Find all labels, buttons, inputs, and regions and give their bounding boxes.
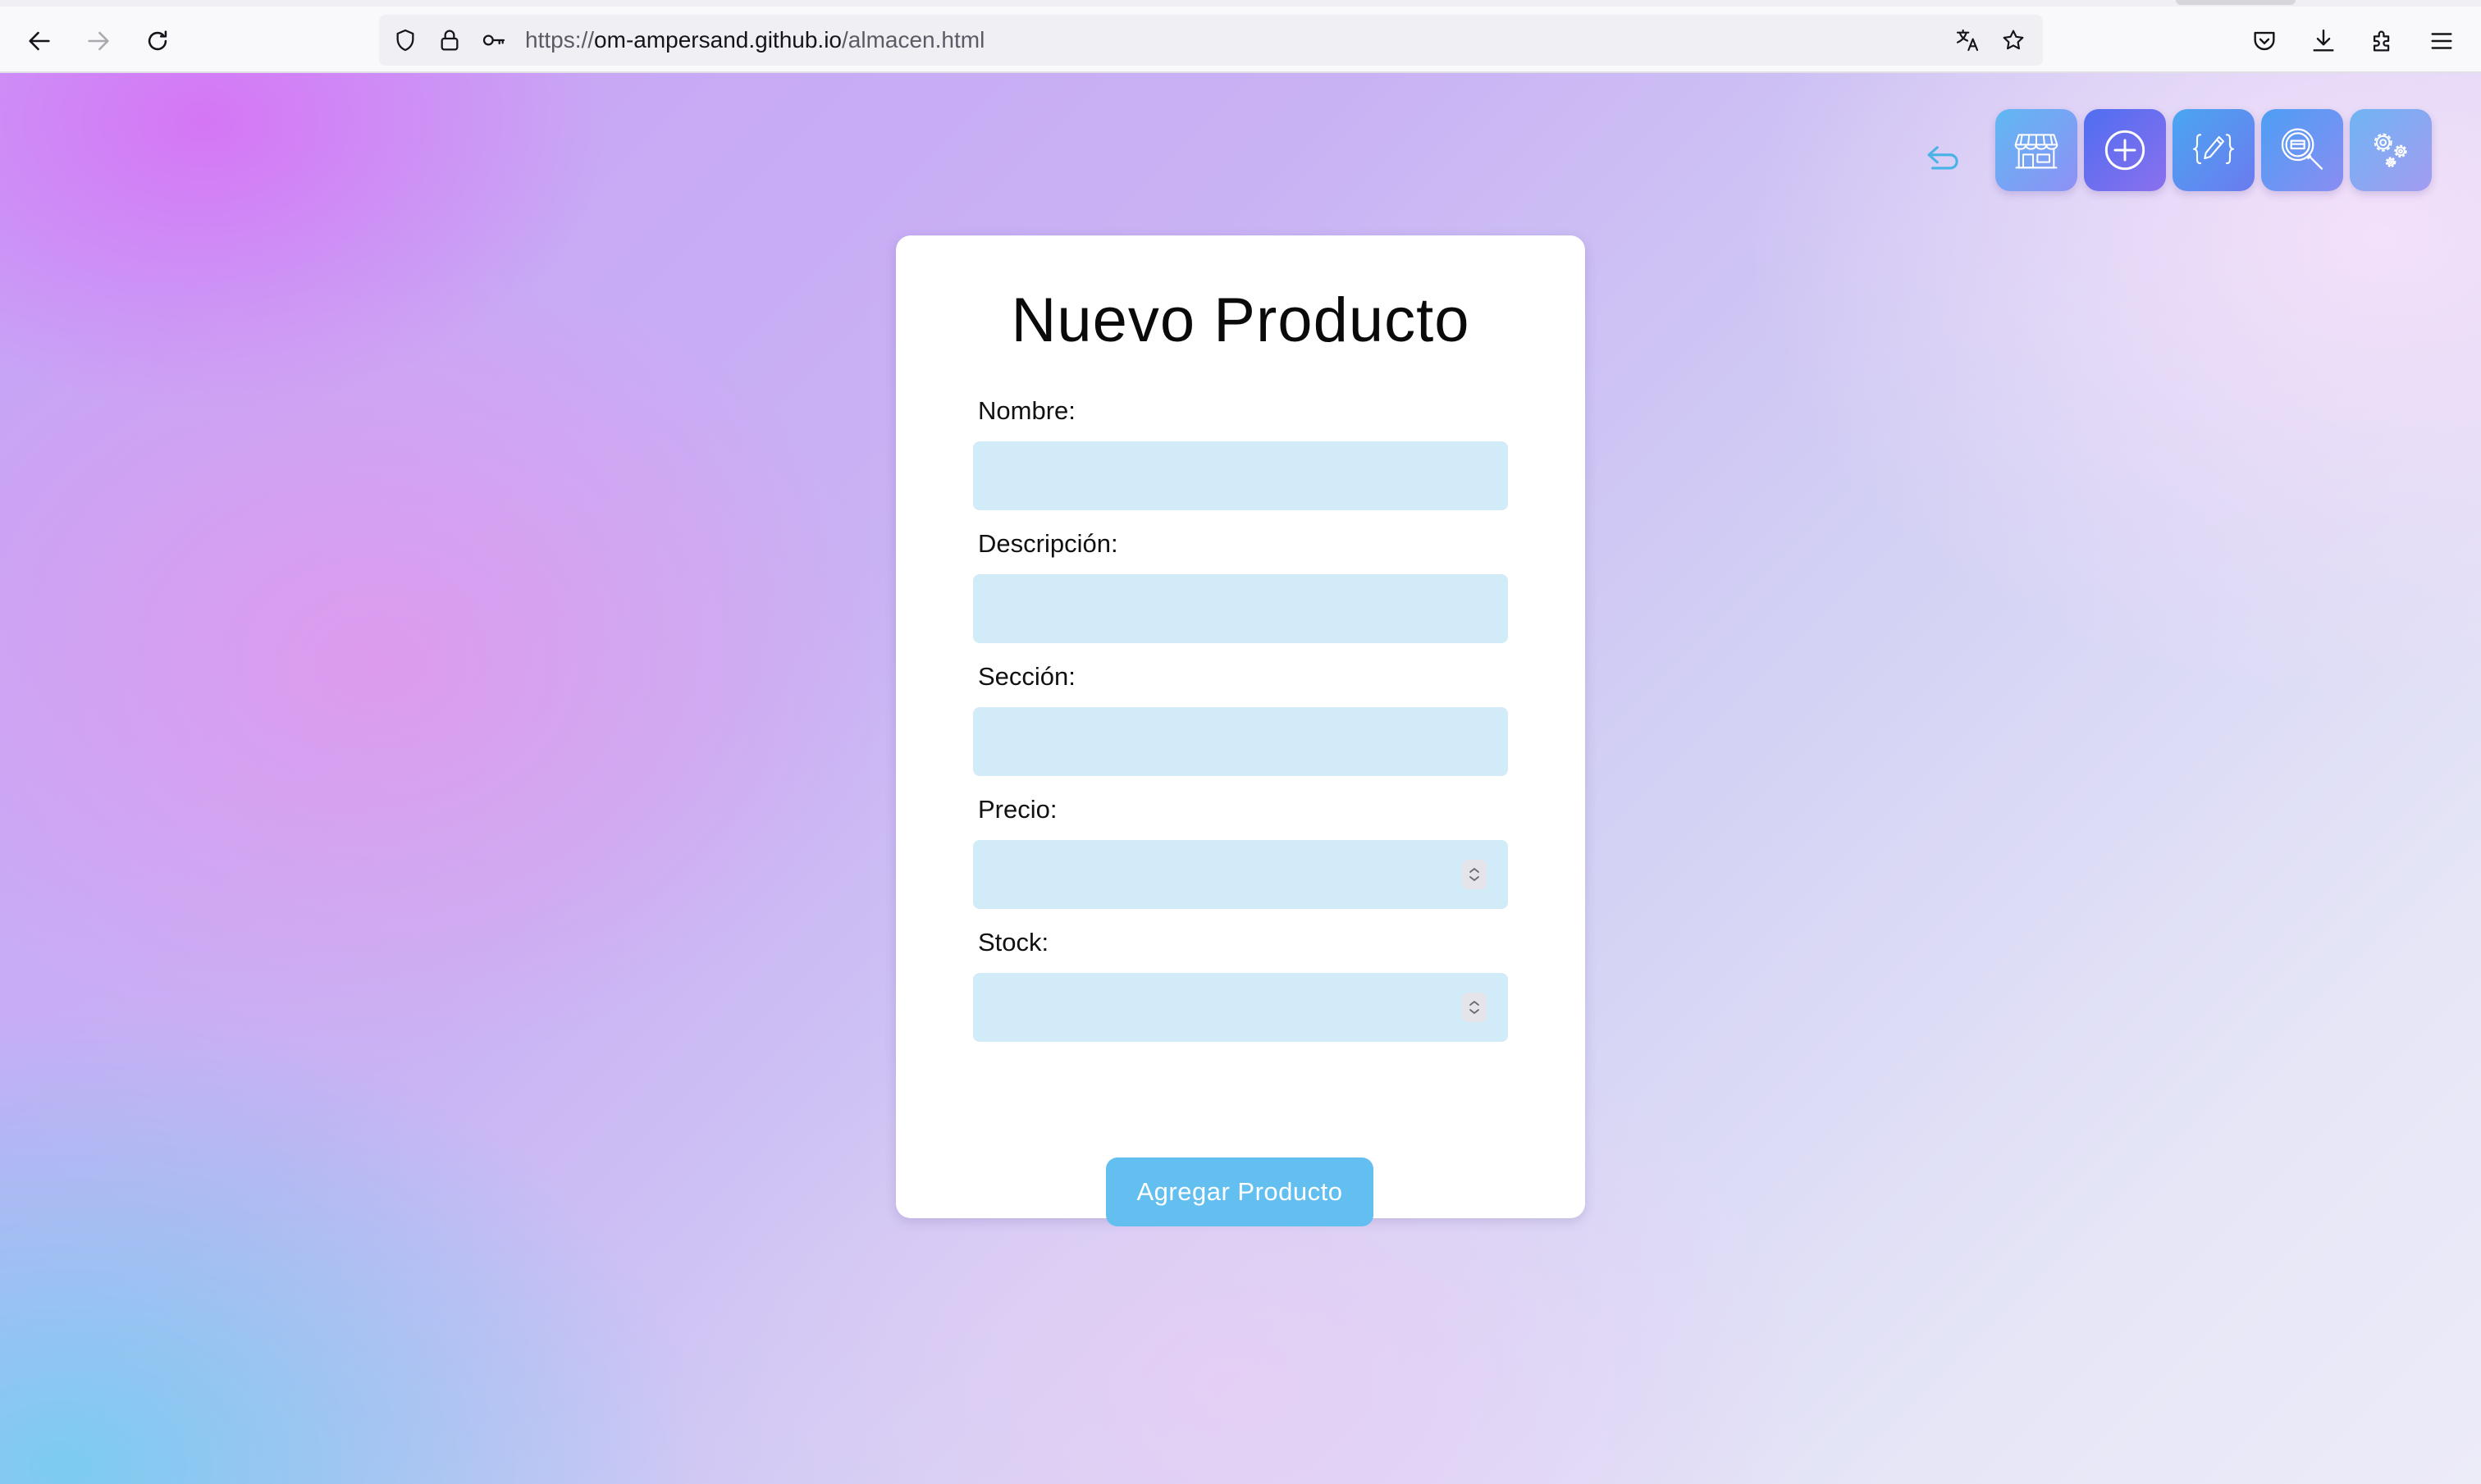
url-scheme: https://	[525, 27, 595, 53]
form-title: Nuevo Producto	[1011, 285, 1470, 355]
stock-stepper[interactable]	[1462, 993, 1487, 1022]
app-menu-button[interactable]	[2422, 21, 2461, 61]
edit-code-icon	[2192, 134, 2235, 165]
pocket-icon	[2254, 31, 2275, 51]
description-label: Descripción:	[978, 529, 1118, 558]
pocket-button[interactable]	[2245, 21, 2284, 61]
gears-icon	[2374, 133, 2407, 167]
chevron-down-icon[interactable]	[1468, 1007, 1481, 1016]
forward-button[interactable]	[79, 21, 118, 61]
back-link[interactable]	[1917, 130, 1969, 183]
plus-circle-icon	[2104, 130, 2145, 171]
downloads-button[interactable]	[2304, 21, 2343, 61]
browser-toolbar: https://om-ampersand.github.io/almacen.h…	[0, 7, 2481, 73]
back-button[interactable]	[20, 21, 59, 61]
stock-label: Stock:	[978, 928, 1049, 957]
stock-input[interactable]	[973, 973, 1508, 1042]
price-stepper[interactable]	[1462, 860, 1487, 889]
store-icon	[2014, 134, 2058, 169]
price-label: Precio:	[978, 795, 1058, 824]
puzzle-icon	[2373, 30, 2390, 52]
nav-settings-tile[interactable]	[2350, 109, 2432, 191]
section-input[interactable]	[973, 707, 1508, 776]
address-bar[interactable]: https://om-ampersand.github.io/almacen.h…	[379, 15, 2043, 66]
add-product-button[interactable]: Agregar Producto	[1106, 1158, 1373, 1226]
key-icon[interactable]	[479, 25, 509, 55]
chevron-down-icon[interactable]	[1468, 874, 1481, 883]
nav-edit-tile[interactable]	[2173, 109, 2255, 191]
name-input[interactable]	[973, 441, 1508, 510]
translate-icon[interactable]	[1953, 25, 1982, 55]
star-icon[interactable]	[1999, 25, 2028, 55]
lock-icon[interactable]	[435, 25, 464, 55]
tab-indicator[interactable]	[2176, 0, 2296, 5]
section-label: Sección:	[978, 662, 1076, 691]
nav-store-tile[interactable]	[1995, 109, 2077, 191]
hamburger-menu-icon	[2431, 33, 2452, 49]
url-text[interactable]: https://om-ampersand.github.io/almacen.h…	[525, 15, 985, 66]
chevron-up-icon[interactable]	[1468, 866, 1481, 874]
arrow-left-icon	[29, 31, 50, 51]
shield-icon[interactable]	[391, 25, 420, 55]
arrow-right-icon	[88, 31, 109, 51]
chevron-up-icon[interactable]	[1468, 999, 1481, 1007]
price-input[interactable]	[973, 840, 1508, 909]
page-background: Nuevo Producto Nombre: Descripción: Secc…	[0, 73, 2481, 1484]
url-path: /almacen.html	[842, 27, 985, 53]
reload-button[interactable]	[138, 21, 177, 61]
search-icon	[2281, 128, 2323, 170]
tab-strip	[0, 0, 2481, 7]
new-product-card: Nuevo Producto Nombre: Descripción: Secc…	[896, 235, 1585, 1226]
extensions-button[interactable]	[2363, 21, 2402, 61]
return-arrow-icon	[1927, 146, 1958, 170]
download-icon	[2313, 30, 2334, 52]
reload-icon	[148, 30, 167, 51]
description-input[interactable]	[973, 574, 1508, 643]
nav-add-tile[interactable]	[2084, 109, 2166, 191]
name-label: Nombre:	[978, 396, 1076, 425]
nav-search-tile[interactable]	[2261, 109, 2343, 191]
url-host: om-ampersand.github.io	[594, 27, 842, 53]
